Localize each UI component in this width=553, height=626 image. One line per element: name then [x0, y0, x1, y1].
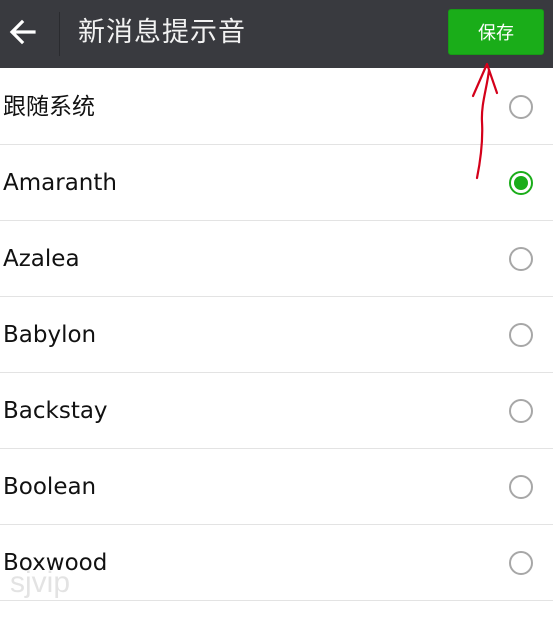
list-item-label: Azalea [3, 246, 80, 272]
sound-list: 跟随系统 Amaranth Azalea Babylon Backstay Bo… [0, 69, 553, 601]
top-bar: 新消息提示音 保存 [0, 0, 553, 68]
list-item-label: 跟随系统 [3, 94, 95, 120]
list-item-label: Babylon [3, 322, 97, 348]
list-item-label: Boolean [3, 474, 97, 500]
list-item-label: Backstay [3, 398, 108, 424]
arrow-left-icon [9, 19, 36, 45]
radio-button-checked[interactable] [509, 171, 533, 195]
list-item-follow-system[interactable]: 跟随系统 [0, 69, 553, 145]
list-item-boxwood[interactable]: Boxwood [0, 525, 553, 601]
header-divider [59, 12, 60, 56]
page-title: 新消息提示音 [78, 17, 246, 48]
list-item-backstay[interactable]: Backstay [0, 373, 553, 449]
radio-button[interactable] [509, 551, 533, 575]
radio-button[interactable] [509, 475, 533, 499]
list-item-babylon[interactable]: Babylon [0, 297, 553, 373]
back-button[interactable] [6, 14, 40, 50]
watermark-text: sjvip [10, 566, 71, 599]
radio-button[interactable] [509, 399, 533, 423]
list-item-amaranth[interactable]: Amaranth [0, 145, 553, 221]
save-button[interactable]: 保存 [448, 9, 544, 55]
list-item-azalea[interactable]: Azalea [0, 221, 553, 297]
list-item-label: Amaranth [3, 170, 117, 196]
list-item-boolean[interactable]: Boolean [0, 449, 553, 525]
radio-button[interactable] [509, 95, 533, 119]
radio-button[interactable] [509, 247, 533, 271]
radio-button[interactable] [509, 323, 533, 347]
